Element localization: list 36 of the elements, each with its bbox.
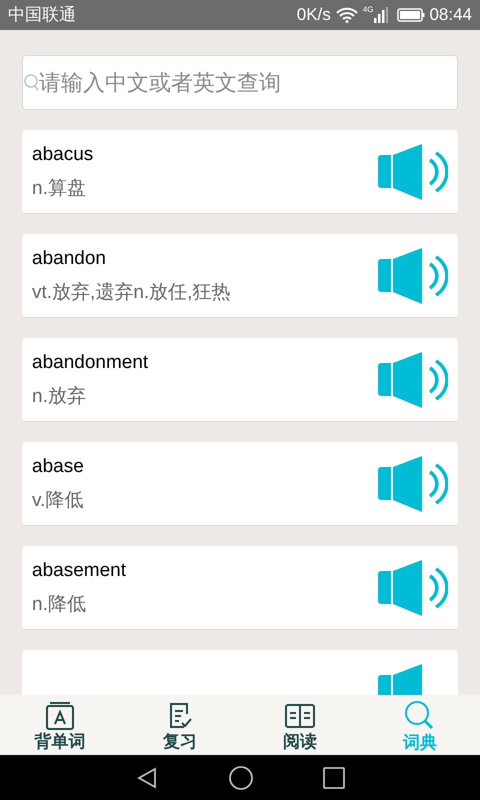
nav-tab[interactable]: 阅读 [240, 695, 360, 755]
signal-icon [373, 7, 390, 23]
recent-apps-icon[interactable] [323, 766, 345, 788]
battery-icon [397, 8, 426, 22]
word-card[interactable]: abacus n.算盘 [22, 130, 458, 214]
speaker-icon[interactable] [378, 560, 448, 616]
nav-tab[interactable]: 背单词 [0, 695, 120, 755]
word-meaning: n.降低 [32, 592, 87, 616]
search-field[interactable]: 请输入中文或者英文查询 [22, 55, 458, 110]
back-icon[interactable] [135, 766, 159, 790]
word-text: abasement [32, 558, 128, 582]
word-meaning: vt.放弃,遗弃n.放任,狂热 [32, 280, 232, 304]
word-card[interactable]: abandonment n.放弃 [22, 338, 458, 422]
speaker-icon[interactable] [378, 352, 448, 408]
carrier-name: 中国联通 [8, 4, 76, 26]
search-icon [23, 73, 39, 91]
network-speed: 0K/s [296, 4, 331, 26]
word-text: abase [32, 454, 85, 478]
home-icon[interactable] [229, 766, 253, 790]
speaker-icon[interactable] [378, 456, 448, 512]
word-text: abandon [32, 246, 107, 270]
word-text: abacus [32, 142, 94, 166]
word-meaning: n.放弃 [32, 384, 87, 408]
word-card[interactable]: abasement n.降低 [22, 546, 458, 630]
letter-card-icon [44, 700, 76, 730]
wifi-icon [334, 7, 359, 23]
word-card[interactable]: abase v.降低 [22, 442, 458, 526]
speaker-icon[interactable] [378, 144, 448, 200]
word-card[interactable]: abandon vt.放弃,遗弃n.放任,狂热 [22, 234, 458, 318]
word-meaning: n.算盘 [32, 176, 87, 200]
word-meaning: v.降低 [32, 488, 84, 512]
nav-tab[interactable]: 复习 [120, 695, 240, 755]
network-type: 4G [362, 4, 374, 16]
speaker-icon[interactable] [378, 248, 448, 304]
clock: 08:44 [429, 4, 472, 26]
word-text: abandonment [32, 350, 150, 374]
